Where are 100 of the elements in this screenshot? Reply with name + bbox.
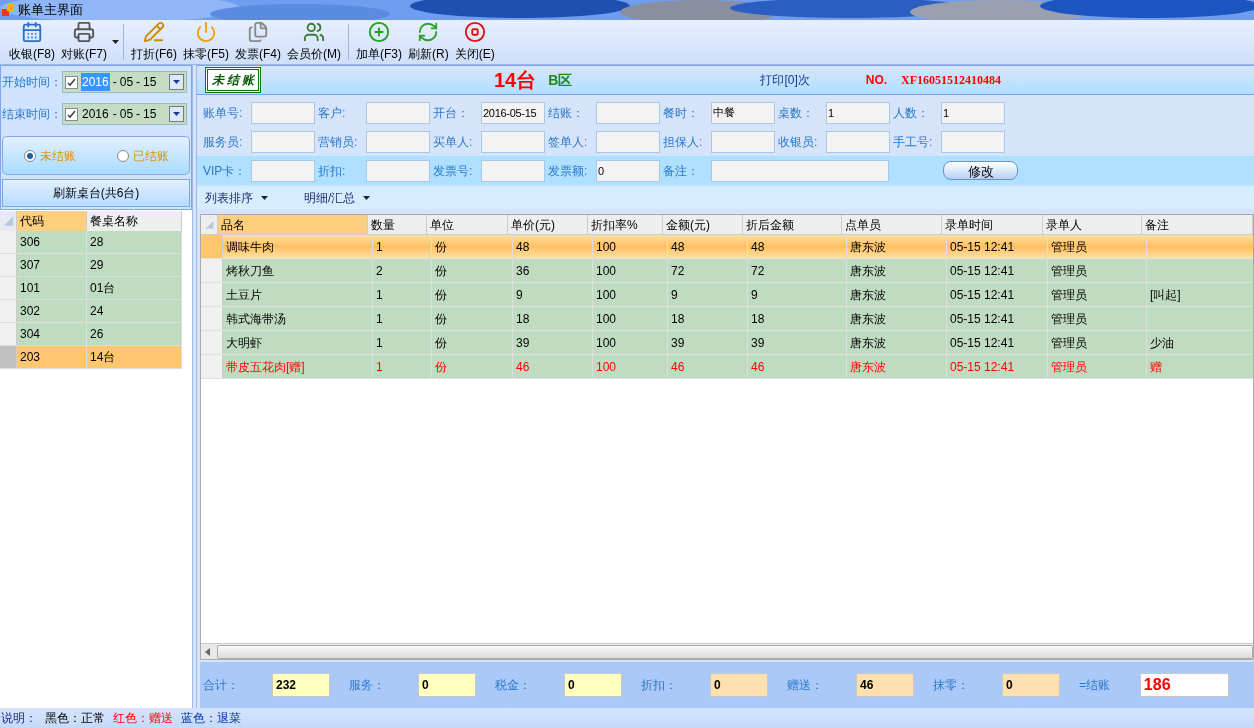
input-field[interactable] <box>711 159 889 182</box>
toolbar-button[interactable]: 关闭(E) <box>451 21 498 63</box>
input-field[interactable] <box>711 130 775 153</box>
table-cell: 14台 <box>87 346 182 368</box>
horizontal-scrollbar[interactable] <box>201 643 1253 659</box>
input-field[interactable] <box>596 101 660 124</box>
column-header[interactable]: 数量 <box>368 215 427 234</box>
toolbar-button[interactable]: 抹零(F5) <box>180 21 232 63</box>
row-header[interactable] <box>0 300 17 322</box>
input-field[interactable] <box>366 159 430 182</box>
table-cell: 307 <box>17 254 87 276</box>
table-cell: 18 <box>668 307 748 330</box>
filter-label: 开始时间： <box>2 74 62 91</box>
table-cell: 份 <box>432 307 513 330</box>
item-row[interactable]: 大明虾 1 份 39 100 39 39 唐东波 05-15 12:41 管理员 少油 <box>201 331 1253 355</box>
item-row[interactable]: 调味牛肉 1 份 48 100 48 48 唐东波 05-15 12:41 管理员 <box>201 235 1253 259</box>
row-header[interactable] <box>0 254 17 276</box>
table-cell: 26 <box>87 323 182 345</box>
status-stamp: 未 结 账 <box>205 67 261 93</box>
table-row[interactable]: 302 24 <box>0 300 182 323</box>
dropdown-button[interactable] <box>169 74 184 90</box>
input-field[interactable]: 2016-05-15 <box>481 101 545 124</box>
table-row[interactable]: 203 14台 <box>0 346 182 369</box>
column-header[interactable]: 折后金额 <box>743 215 842 234</box>
row-header[interactable] <box>201 283 223 306</box>
field-label: VIP卡： <box>203 162 248 180</box>
input-field[interactable]: 中餐 <box>711 101 775 124</box>
toolbar-button[interactable]: 打折(F6) <box>128 21 180 63</box>
table-cell: 份 <box>432 283 513 306</box>
row-header[interactable] <box>0 277 17 299</box>
item-row[interactable]: 土豆片 1 份 9 100 9 9 唐东波 05-15 12:41 管理员 [叫起] <box>201 283 1253 307</box>
toolbar-button[interactable]: 发票(F4) <box>232 21 284 63</box>
table-cell: 05-15 12:41 <box>947 235 1048 258</box>
column-header[interactable]: 点单员 <box>842 215 942 234</box>
row-header[interactable] <box>0 323 17 345</box>
field-label: 买单人: <box>433 133 474 151</box>
toolbar-button[interactable]: 会员价(M) <box>284 21 344 63</box>
select-all-icon[interactable] <box>0 211 17 231</box>
table-cell: 39 <box>513 331 593 354</box>
row-header[interactable] <box>201 307 223 330</box>
input-field[interactable] <box>366 130 430 153</box>
table-row[interactable]: 306 28 <box>0 231 182 254</box>
column-header[interactable]: 备注 <box>1142 215 1253 234</box>
input-field[interactable] <box>826 130 890 153</box>
item-row[interactable]: 烤秋刀鱼 2 份 36 100 72 72 唐东波 05-15 12:41 管理员 <box>201 259 1253 283</box>
field-label: 客户: <box>318 104 347 122</box>
column-header[interactable]: 录单时间 <box>942 215 1043 234</box>
table-cell: 份 <box>432 235 513 258</box>
table-cell: 赠 <box>1147 355 1254 378</box>
table-cell: 100 <box>593 307 668 330</box>
table-row[interactable]: 101 01台 <box>0 277 182 300</box>
input-field[interactable]: 1 <box>826 101 890 124</box>
input-field[interactable] <box>251 101 315 124</box>
row-header[interactable] <box>201 355 223 378</box>
checkbox[interactable] <box>65 107 78 121</box>
input-field[interactable]: 1 <box>941 101 1005 124</box>
table-row[interactable]: 304 26 <box>0 323 182 346</box>
total-label: 合计： <box>203 677 240 694</box>
input-field[interactable] <box>481 130 545 153</box>
row-header[interactable] <box>201 331 223 354</box>
edit-button[interactable]: 修改 <box>943 161 1018 180</box>
table-row[interactable]: 307 29 <box>0 254 182 277</box>
column-header[interactable]: 单位 <box>427 215 508 234</box>
table-cell: 唐东波 <box>847 307 947 330</box>
date-picker[interactable]: 2016 - 05 - 15 <box>62 103 187 125</box>
table-cell: 韩式海带汤 <box>223 307 373 330</box>
dropdown-button[interactable] <box>169 106 184 122</box>
table-cell: 05-15 12:41 <box>947 331 1048 354</box>
table-cell: 烤秋刀鱼 <box>223 259 373 282</box>
row-header[interactable] <box>201 259 223 282</box>
filter-label: 结束时间： <box>2 106 62 123</box>
menu-button[interactable]: 明细/汇总 <box>304 189 371 207</box>
item-row[interactable]: 韩式海带汤 1 份 18 100 18 18 唐东波 05-15 12:41 管理员 <box>201 307 1253 331</box>
checkbox[interactable] <box>65 75 78 89</box>
menu-button[interactable]: 列表排序 <box>205 189 268 207</box>
date-picker[interactable]: 2016 - 05 - 15 <box>62 71 187 93</box>
input-field[interactable] <box>366 101 430 124</box>
input-field[interactable] <box>941 130 1005 153</box>
row-header[interactable] <box>0 346 17 368</box>
table-cell: 1 <box>373 355 432 378</box>
toolbar-button[interactable]: 刷新(R) <box>405 21 452 63</box>
refresh-tables-button[interactable]: 刷新桌台(共6台) <box>2 179 190 207</box>
close-icon <box>463 21 486 43</box>
input-field[interactable]: 0 <box>596 159 660 182</box>
input-field[interactable] <box>596 130 660 153</box>
column-header[interactable]: 品名 <box>218 215 368 234</box>
row-header[interactable] <box>0 231 17 253</box>
toolbar-button[interactable]: 收银(F8) <box>6 21 58 63</box>
column-header[interactable]: 代码 <box>17 211 87 231</box>
column-header[interactable]: 单价(元) <box>508 215 588 234</box>
column-header[interactable]: 餐桌名称 <box>87 211 182 231</box>
column-header[interactable]: 录单人 <box>1043 215 1142 234</box>
input-field[interactable] <box>481 159 545 182</box>
toolbar-button[interactable]: 对账(F7) <box>58 21 110 63</box>
toolbar-button[interactable]: 加单(F3) <box>353 21 405 63</box>
column-header[interactable]: 金额(元) <box>663 215 743 234</box>
input-field[interactable] <box>251 159 315 182</box>
column-header[interactable]: 折扣率% <box>588 215 663 234</box>
input-field[interactable] <box>251 130 315 153</box>
row-header[interactable] <box>201 235 223 258</box>
